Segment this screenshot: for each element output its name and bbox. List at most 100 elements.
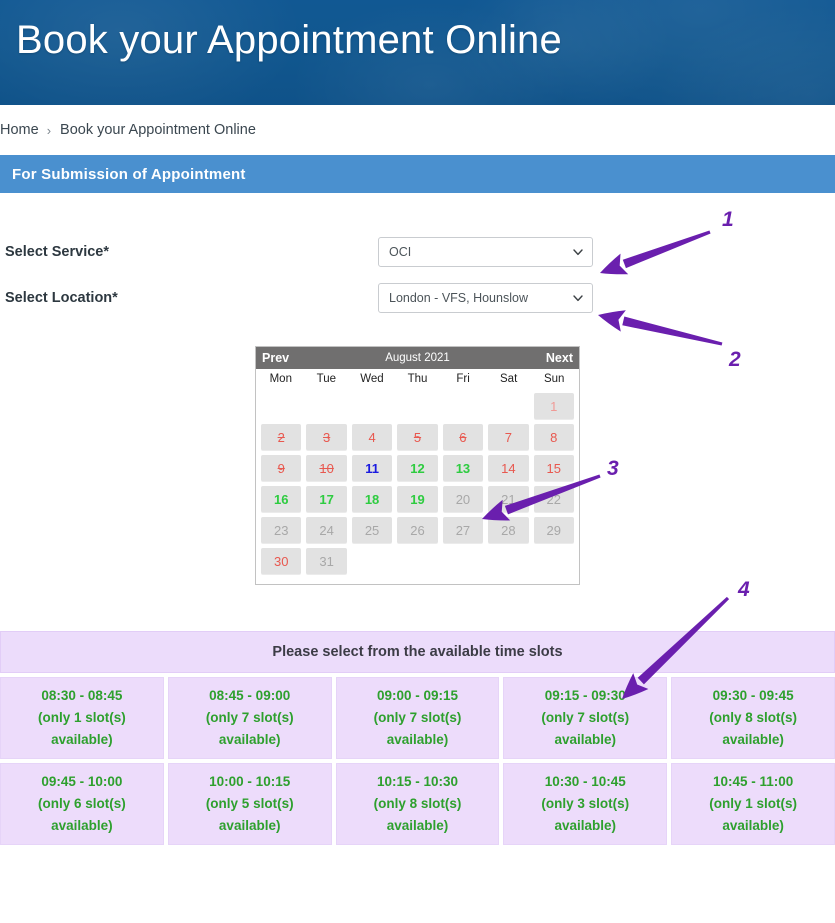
calendar-day-25: 25 xyxy=(351,517,393,543)
breadcrumb-home-link[interactable]: Home xyxy=(0,122,39,138)
breadcrumb: Home › Book your Appointment Online xyxy=(0,105,835,155)
calendar-day-28: 28 xyxy=(488,517,529,543)
calendar-day-26: 26 xyxy=(397,517,438,543)
time-slot-availability: available) xyxy=(51,732,113,747)
calendar-weekday-fri: Fri xyxy=(456,373,470,385)
time-slot-count: (only 5 slot(s) xyxy=(205,796,294,811)
calendar-day-18[interactable]: 18 xyxy=(351,486,393,512)
calendar-day-29: 29 xyxy=(533,517,574,543)
time-slot-range: 09:30 - 09:45 xyxy=(712,688,794,703)
calendar-weekday-mon: Mon xyxy=(269,373,292,385)
calendar-next-button[interactable]: Next xyxy=(546,351,573,365)
time-slot-option[interactable]: 09:30 - 09:45 (only 8 slot(s) available) xyxy=(671,677,835,759)
time-slot-count: (only 7 slot(s) xyxy=(205,710,294,725)
calendar-day-17[interactable]: 17 xyxy=(306,486,347,512)
time-slot-range: 10:30 - 10:45 xyxy=(544,774,626,789)
form-row-location: Select Location* London - VFS, Hounslow xyxy=(0,275,835,321)
calendar-day-14: 14 xyxy=(488,455,529,481)
time-slot-option[interactable]: 09:15 - 09:30 (only 7 slot(s) available) xyxy=(503,677,668,759)
calendar-day-grid: 1 2 3 4 5 6 7 8 9 10 11 12 13 14 15 16 17 18 19 20 21 22 23 24 2… xyxy=(256,387,579,584)
annotation-number-4: 4 xyxy=(738,578,750,601)
chevron-down-icon xyxy=(572,292,584,304)
time-slot-count: (only 8 slot(s) xyxy=(373,796,462,811)
time-slot-option[interactable]: 09:00 - 09:15 (only 7 slot(s) available) xyxy=(335,677,500,759)
calendar-day-31: 31 xyxy=(306,548,347,574)
calendar-weekday-sun: Sun xyxy=(543,373,565,385)
time-slot-availability: available) xyxy=(722,732,784,747)
select-service-label: Select Service* xyxy=(5,244,109,260)
time-slot-option[interactable]: 08:45 - 09:00 (only 7 slot(s) available) xyxy=(167,677,332,759)
calendar-day-6: 6 xyxy=(442,424,484,450)
calendar-empty-cell xyxy=(488,393,528,419)
calendar-day-15: 15 xyxy=(533,455,574,481)
calendar-day-16[interactable]: 16 xyxy=(261,486,302,512)
time-slot-option[interactable]: 08:30 - 08:45 (only 1 slot(s) available) xyxy=(0,677,164,759)
time-slot-count: (only 8 slot(s) xyxy=(709,710,797,725)
calendar-day-21: 21 xyxy=(488,486,529,512)
calendar-day-1: 1 xyxy=(533,393,574,419)
calendar-empty-cell xyxy=(306,393,346,419)
time-slot-availability: available) xyxy=(554,732,617,747)
calendar-day-19[interactable]: 19 xyxy=(397,486,438,512)
calendar-weekday-thu: Thu xyxy=(407,373,428,385)
time-slots-grid: 08:30 - 08:45 (only 1 slot(s) available) 08… xyxy=(0,677,835,845)
time-slots-instruction: Please select from the available time sl… xyxy=(0,631,835,673)
calendar-empty-cell xyxy=(261,393,301,419)
calendar-day-7: 7 xyxy=(488,424,529,450)
annotation-number-2: 2 xyxy=(729,348,741,371)
time-slot-count: (only 1 slot(s) xyxy=(38,710,126,725)
time-slots-instruction-label: Please select from the available time sl… xyxy=(272,644,563,660)
time-slot-range: 10:00 - 10:15 xyxy=(209,774,291,789)
calendar-month-label: August 2021 xyxy=(385,352,450,364)
time-slot-count: (only 6 slot(s) xyxy=(38,796,126,811)
select-location-label: Select Location* xyxy=(5,290,118,306)
time-slot-range: 09:45 - 10:00 xyxy=(41,774,123,789)
select-location-value: London - VFS, Hounslow xyxy=(389,291,528,305)
select-location-dropdown[interactable]: London - VFS, Hounslow xyxy=(378,283,593,313)
calendar-day-20: 20 xyxy=(442,486,484,512)
time-slot-range: 10:15 - 10:30 xyxy=(376,774,459,789)
calendar-day-27: 27 xyxy=(442,517,484,543)
calendar-day-10: 10 xyxy=(306,455,347,481)
calendar-weekday-tue: Tue xyxy=(316,373,337,385)
calendar-weekday-header: Mon Tue Wed Thu Fri Sat Sun xyxy=(256,369,579,387)
calendar-day-11[interactable]: 11 xyxy=(351,455,393,481)
time-slot-option[interactable]: 10:30 - 10:45 (only 3 slot(s) available) xyxy=(503,763,668,845)
calendar-day-8: 8 xyxy=(533,424,574,450)
calendar-day-23: 23 xyxy=(261,517,302,543)
appointment-form: Select Service* OCI Select Location* Lon… xyxy=(0,193,835,321)
page-hero-banner: Book your Appointment Online xyxy=(0,0,835,105)
calendar-day-12[interactable]: 12 xyxy=(397,455,438,481)
form-row-service: Select Service* OCI xyxy=(0,229,835,275)
time-slot-option[interactable]: 10:15 - 10:30 (only 8 slot(s) available) xyxy=(335,763,500,845)
time-slot-availability: available) xyxy=(218,818,281,833)
time-slot-count: (only 7 slot(s) xyxy=(541,710,630,725)
time-slot-range: 08:30 - 08:45 xyxy=(41,688,123,703)
time-slot-availability: available) xyxy=(722,818,784,833)
time-slot-availability: available) xyxy=(386,732,449,747)
calendar-day-30: 30 xyxy=(261,548,302,574)
time-slot-range: 09:15 - 09:30 xyxy=(544,688,626,703)
calendar-prev-button[interactable]: Prev xyxy=(262,351,289,365)
time-slot-availability: available) xyxy=(51,818,113,833)
section-header-label: For Submission of Appointment xyxy=(12,165,246,183)
calendar-day-4: 4 xyxy=(351,424,393,450)
time-slot-count: (only 7 slot(s) xyxy=(373,710,462,725)
page-title: Book your Appointment Online xyxy=(16,18,562,62)
time-slots-section: Please select from the available time sl… xyxy=(0,631,835,845)
calendar-empty-cell xyxy=(397,393,437,419)
select-service-dropdown[interactable]: OCI xyxy=(378,237,593,267)
time-slot-option[interactable]: 09:45 - 10:00 (only 6 slot(s) available) xyxy=(0,763,164,845)
appointment-calendar: Prev August 2021 Next Mon Tue Wed Thu Fri Sat… xyxy=(255,346,580,585)
calendar-weekday-wed: Wed xyxy=(360,373,384,385)
time-slot-count: (only 1 slot(s) xyxy=(709,796,797,811)
time-slot-availability: available) xyxy=(554,818,617,833)
time-slot-option[interactable]: 10:45 - 11:00 (only 1 slot(s) available) xyxy=(671,763,835,845)
calendar-day-2: 2 xyxy=(261,424,302,450)
calendar-day-9: 9 xyxy=(261,455,302,481)
calendar-day-3: 3 xyxy=(306,424,347,450)
time-slot-option[interactable]: 10:00 - 10:15 (only 5 slot(s) available) xyxy=(167,763,332,845)
calendar-day-5: 5 xyxy=(397,424,438,450)
select-service-value: OCI xyxy=(389,245,412,259)
calendar-day-13[interactable]: 13 xyxy=(442,455,484,481)
